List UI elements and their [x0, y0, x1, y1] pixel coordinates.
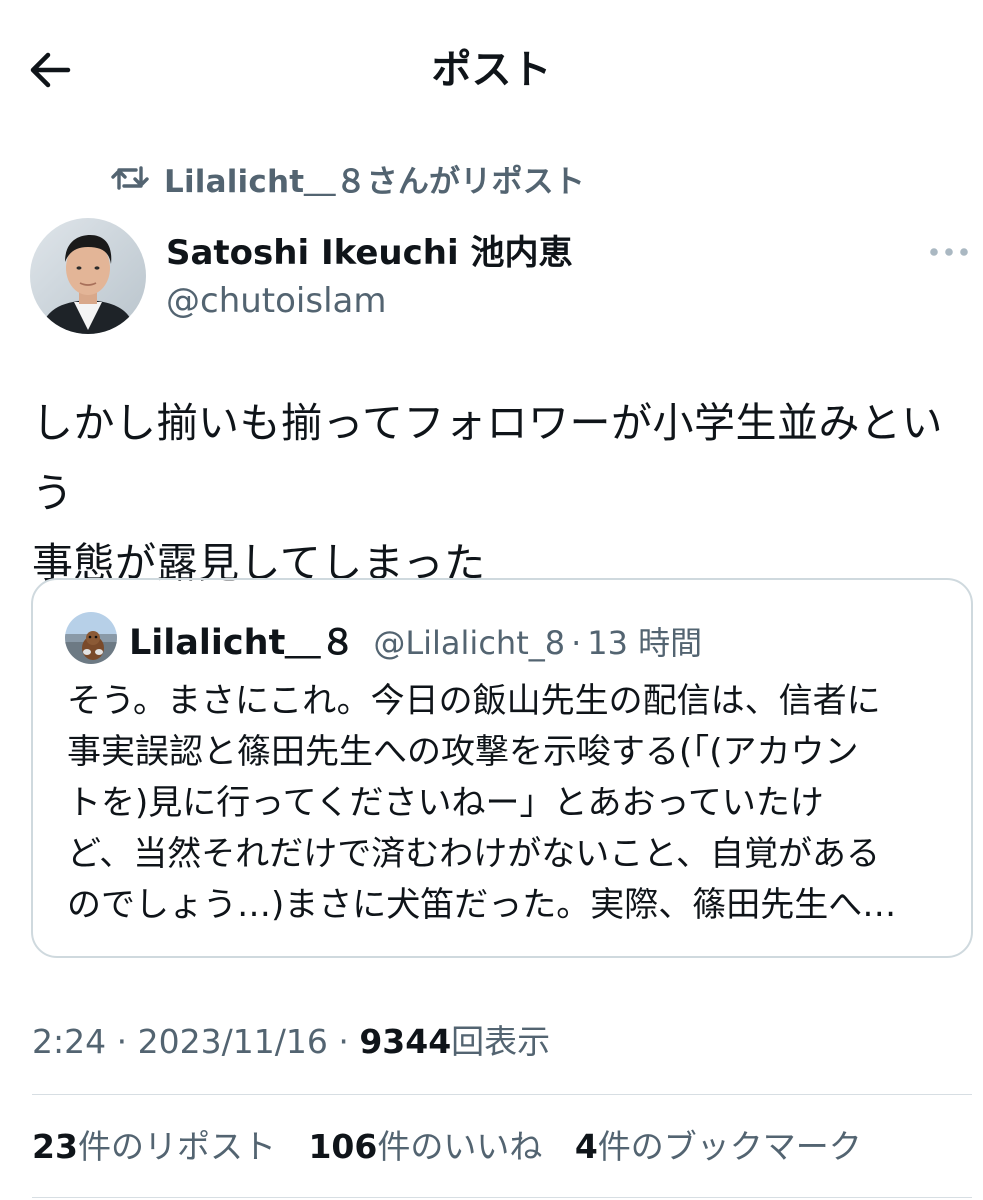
bookmarks-stat[interactable]: 4件のブックマーク: [575, 1127, 862, 1166]
reposts-label: 件のリポスト: [77, 1127, 276, 1166]
likes-stat[interactable]: 106件のいいね: [308, 1127, 542, 1166]
quoted-author-avatar: [65, 612, 117, 664]
divider: [32, 1094, 972, 1095]
views-label: 回表示: [451, 1022, 551, 1061]
page-title: ポスト: [431, 47, 552, 93]
post-meta: 2:24 · 2023/11/16 · 9344回表示: [32, 1020, 550, 1064]
separator-dot: ·: [571, 624, 582, 662]
quoted-text-line: そう。まさにこれ。今日の飯山先生の配信は、信者に: [67, 681, 881, 721]
quoted-post-time: 13 時間: [587, 624, 703, 662]
divider: [32, 1197, 972, 1198]
quoted-text-line: のでしょう…)まさに犬笛だった。実際、篠田先生へ…: [67, 885, 897, 925]
top-bar: ポスト: [0, 0, 983, 140]
quoted-post-header: Lilalicht＿８ @Lilalicht_8 · 13 時間: [129, 614, 702, 665]
tweet-text: しかし揃いも揃ってフォロワーが小学生並みという 事態が露見してしまった: [32, 388, 977, 598]
quoted-text-line: 事実誤認と篠田先生への攻撃を示唆する(「(アカウン: [67, 732, 859, 772]
post-time: 2:24: [32, 1022, 107, 1061]
more-icon: [930, 248, 968, 256]
engagement-stats: 23件のリポスト 106件のいいね 4件のブックマーク: [32, 1124, 884, 1170]
quoted-author-name: Lilalicht＿８: [129, 623, 356, 663]
bookmarks-label: 件のブックマーク: [597, 1127, 862, 1166]
separator-dot: ·: [338, 1022, 349, 1061]
repost-label: Lilalicht＿８さんがリポスト: [164, 163, 586, 200]
likes-label: 件のいいね: [377, 1127, 543, 1166]
quoted-post-text: そう。まさにこれ。今日の飯山先生の配信は、信者に 事実誤認と篠田先生への攻撃を示…: [67, 676, 947, 936]
tweet-text-line: しかし揃いも揃ってフォロワーが小学生並みという: [32, 399, 943, 517]
separator-dot: ·: [116, 1022, 128, 1061]
more-options-button[interactable]: [926, 236, 972, 268]
quoted-text-line: トを)見に行ってくださいねー」とあおっていたけ: [67, 783, 824, 823]
reposts-stat[interactable]: 23件のリポスト: [32, 1127, 276, 1166]
author-avatar[interactable]: [30, 218, 146, 334]
repost-icon: [111, 166, 149, 190]
reposts-count: 23: [32, 1127, 78, 1166]
post-page: ポスト Lilalicht＿８さんがリポスト Satoshi Ikeuchi 池…: [0, 0, 983, 1200]
likes-count: 106: [308, 1127, 378, 1166]
author-handle[interactable]: @chutoislam: [166, 278, 387, 324]
quoted-author-handle: @Lilalicht_8: [373, 624, 566, 662]
quoted-post-card[interactable]: Lilalicht＿８ @Lilalicht_8 · 13 時間 そう。まさにこ…: [31, 578, 973, 958]
bookmarks-count: 4: [574, 1127, 598, 1166]
repost-indicator[interactable]: Lilalicht＿８さんがリポスト: [110, 156, 585, 200]
author-name[interactable]: Satoshi Ikeuchi 池内恵: [166, 230, 572, 276]
post-date: 2023/11/16: [137, 1022, 328, 1061]
quoted-text-line: ど、当然それだけで済むわけがないこと、自覚がある: [67, 834, 880, 874]
views-count: 9344: [359, 1022, 452, 1061]
